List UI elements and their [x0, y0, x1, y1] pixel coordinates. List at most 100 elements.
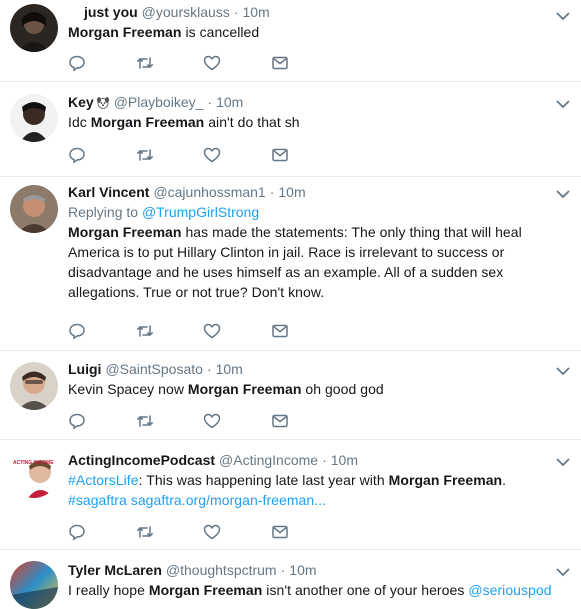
replying-label: Replying to [68, 204, 139, 220]
avatar[interactable]: ACTING INCOME [10, 450, 58, 498]
tweet-5[interactable]: ACTING INCOME ActingIncomePodcast @Actin… [0, 440, 581, 550]
separator: · [280, 562, 286, 578]
reply-button[interactable] [68, 146, 136, 166]
replying-to: Replying to @TrumpGirlStrong [68, 202, 557, 222]
timestamp[interactable]: 10m [216, 359, 243, 379]
avatar[interactable] [10, 4, 58, 52]
tweet-link[interactable]: @seriouspod [468, 582, 551, 598]
reply-button[interactable] [68, 54, 136, 74]
tweet-text-fragment: oh good god [301, 381, 384, 397]
highlighted-keyword: Morgan Freeman [187, 381, 302, 397]
like-icon [203, 523, 221, 544]
timestamp[interactable]: 10m [278, 182, 305, 202]
message-icon [271, 412, 289, 433]
tweet-text: Morgan Freeman has made the statements: … [68, 222, 557, 302]
reply-icon [68, 146, 86, 167]
message-button[interactable] [271, 523, 339, 543]
timestamp[interactable]: 10m [242, 2, 269, 22]
display-name[interactable]: just you [84, 2, 138, 22]
separator: · [206, 361, 212, 377]
reply-button[interactable] [68, 523, 136, 543]
display-name[interactable]: Key [68, 92, 94, 112]
like-icon [203, 54, 221, 75]
message-icon [271, 54, 289, 75]
tweet-link[interactable]: #ActorsLife [68, 472, 139, 488]
chevron-down-icon[interactable] [555, 98, 571, 110]
message-button[interactable] [271, 54, 339, 74]
reply-icon [68, 412, 86, 433]
like-icon [203, 412, 221, 433]
tweet-text-fragment: Kevin Spacey now [68, 381, 188, 397]
chevron-down-icon[interactable] [555, 188, 571, 200]
chevron-down-icon[interactable] [555, 566, 571, 578]
retweet-icon [136, 54, 154, 75]
like-button[interactable] [203, 322, 271, 342]
highlighted-keyword: Morgan Freeman [68, 224, 182, 240]
separator: · [269, 184, 275, 200]
avatar[interactable] [10, 362, 58, 410]
avatar[interactable] [10, 561, 58, 609]
user-handle[interactable]: @cajunhossman1 [153, 182, 265, 202]
like-button[interactable] [203, 523, 271, 543]
timestamp[interactable]: 10m [289, 560, 316, 580]
tweet-text-fragment: Idc [68, 114, 91, 130]
reply-button[interactable] [68, 322, 136, 342]
avatar[interactable] [10, 94, 58, 142]
tweet-6[interactable]: Tyler McLaren @thoughtspctrum · 10m I re… [0, 550, 581, 609]
user-handle[interactable]: @ActingIncome [219, 450, 318, 470]
highlighted-keyword: Morgan Freeman [388, 472, 503, 488]
tweet-text-fragment: : This was happening late last year with [138, 472, 389, 488]
retweet-button[interactable] [136, 54, 204, 74]
retweet-icon [136, 412, 154, 433]
chevron-down-icon[interactable] [555, 365, 571, 377]
message-icon [271, 146, 289, 167]
tweet-text: #ActorsLife: This was happening late las… [68, 470, 557, 510]
highlighted-keyword: Morgan Freeman [148, 582, 263, 598]
timestamp[interactable]: 10m [216, 92, 243, 112]
avatar[interactable] [10, 185, 58, 233]
tweet-1[interactable]: just you @yoursklauss · 10m Morgan Freem… [0, 0, 581, 82]
avatar-label: ACTING INCOME [13, 460, 54, 466]
chevron-down-icon[interactable] [555, 456, 571, 468]
user-handle[interactable]: @thoughtspctrum [166, 560, 277, 580]
dog-emoji-icon [96, 95, 110, 109]
message-button[interactable] [271, 322, 339, 342]
timestamp[interactable]: 10m [331, 450, 358, 470]
like-button[interactable] [203, 146, 271, 166]
retweet-icon [136, 523, 154, 544]
tweet-link[interactable]: #sagaftra [68, 492, 127, 508]
display-name[interactable]: Tyler McLaren [68, 560, 162, 580]
retweet-button[interactable] [136, 412, 204, 432]
display-name[interactable]: Karl Vincent [68, 182, 149, 202]
separator: · [322, 452, 327, 468]
retweet-icon [136, 322, 154, 343]
tweet-text-fragment: ain't do that sh [204, 114, 300, 130]
reply-target-link[interactable]: @TrumpGirlStrong [142, 204, 259, 220]
like-button[interactable] [203, 54, 271, 74]
message-button[interactable] [271, 412, 339, 432]
user-handle[interactable]: @SaintSposato [105, 359, 203, 379]
reply-icon [68, 54, 86, 75]
user-handle[interactable]: @yoursklauss [142, 2, 230, 22]
chevron-down-icon[interactable] [555, 10, 571, 22]
message-button[interactable] [271, 146, 339, 166]
tweet-3[interactable]: Karl Vincent @cajunhossman1 · 10m Replyi… [0, 177, 581, 351]
tweet-text-fragment: is cancelled [181, 24, 260, 40]
display-name[interactable]: ActingIncomePodcast [68, 450, 215, 470]
tweet-text-fragment: I really hope [68, 582, 149, 598]
like-button[interactable] [203, 412, 271, 432]
tweet-4[interactable]: Luigi @SaintSposato · 10m Kevin Spacey n… [0, 351, 581, 440]
retweet-button[interactable] [136, 322, 204, 342]
reply-button[interactable] [68, 412, 136, 432]
tweet-text: I really hope Morgan Freeman isn't anoth… [68, 580, 557, 600]
tweet-link[interactable]: sagaftra.org/morgan-freeman... [131, 492, 326, 508]
like-icon [203, 146, 221, 167]
highlighted-keyword: Morgan Freeman [68, 24, 182, 40]
tweet-2[interactable]: Key @Playboikey_ · 10m Idc Morgan Freema… [0, 82, 581, 177]
display-name[interactable]: Luigi [68, 359, 101, 379]
tweet-text-fragment: isn't another one of your heroes [262, 582, 469, 598]
retweet-button[interactable] [136, 523, 204, 543]
tweet-text: Idc Morgan Freeman ain't do that sh [68, 112, 557, 132]
user-handle[interactable]: @Playboikey_ [114, 92, 204, 112]
retweet-button[interactable] [136, 146, 204, 166]
